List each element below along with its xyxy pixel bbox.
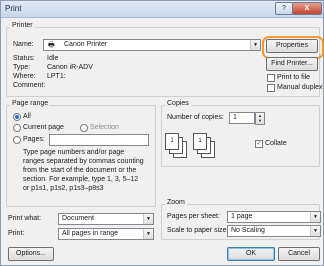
hint-line: section. For example, type 1, 3, 5–12 xyxy=(23,176,139,183)
manual-duplex-label: Manual duplex xyxy=(277,84,323,91)
current-page-label: Current page xyxy=(23,124,64,131)
chevron-down-icon: ▼ xyxy=(310,212,320,222)
hint-line: ranges separated by commas counting xyxy=(23,158,144,165)
properties-highlight xyxy=(262,36,324,59)
where-label: Where: xyxy=(13,73,36,80)
selection-label: Selection xyxy=(90,124,119,131)
scale-to-paper-label: Scale to paper size: xyxy=(167,227,229,234)
hint-line: from the start of the document or the xyxy=(23,167,137,174)
print-select[interactable]: All pages in range ▼ xyxy=(58,228,154,240)
scale-to-paper-select[interactable]: No Scaling ▼ xyxy=(227,225,321,237)
all-pages-label: All xyxy=(23,113,31,120)
print-what-value: Document xyxy=(62,215,94,222)
type-label: Type: xyxy=(13,64,31,71)
hint-line: or p1s1, p1s2, p1s3–p8s3 xyxy=(23,185,104,192)
chevron-down-icon: ▼ xyxy=(250,40,260,50)
copies-spinner[interactable]: ▲ ▼ xyxy=(255,112,265,125)
current-page-radio[interactable] xyxy=(13,124,21,132)
print-label: Print: xyxy=(8,230,25,237)
print-what-select[interactable]: Document ▼ xyxy=(58,213,154,225)
page-range-group-label: Page range xyxy=(10,100,51,107)
manual-duplex-checkbox[interactable] xyxy=(267,84,275,92)
printer-name-select[interactable]: 🖶 Canon Printer ▼ xyxy=(43,39,261,51)
pages-per-sheet-label: Pages per sheet: xyxy=(167,213,220,220)
status-value: Idle xyxy=(47,55,59,62)
help-button[interactable]: ? xyxy=(275,2,293,15)
collate-checkbox[interactable]: ✓ xyxy=(255,140,263,148)
pages-input[interactable] xyxy=(49,134,149,146)
page-icon: 1 xyxy=(193,133,207,150)
print-value: All pages in range xyxy=(62,230,119,237)
selection-radio[interactable] xyxy=(80,124,88,132)
where-value: LPT1: xyxy=(47,73,66,80)
chevron-down-icon: ▼ xyxy=(310,226,320,236)
pages-label: Pages: xyxy=(23,136,45,143)
type-value: Canon iR-ADV xyxy=(47,64,93,71)
status-label: Status: xyxy=(13,55,35,62)
print-to-file-checkbox[interactable] xyxy=(267,74,275,82)
printer-name-label: Name: xyxy=(13,41,34,48)
copies-input[interactable]: 1 xyxy=(229,112,255,124)
options-button[interactable]: Options... xyxy=(8,247,54,261)
hint-line: Type page numbers and/or page xyxy=(23,149,125,156)
page-icon: 1 xyxy=(165,133,179,150)
printer-group-label: Printer xyxy=(10,22,35,29)
print-what-label: Print what: xyxy=(8,215,42,222)
comment-label: Comment: xyxy=(13,82,46,89)
pages-per-sheet-value: 1 page xyxy=(231,213,253,220)
close-button[interactable]: X xyxy=(292,2,322,15)
printer-icon: 🖶 xyxy=(48,42,55,49)
printer-name-value: Canon Printer xyxy=(64,41,108,48)
scale-to-paper-value: No Scaling xyxy=(231,227,265,234)
find-printer-button[interactable]: Find Printer... xyxy=(266,57,318,71)
copies-input-value: 1 xyxy=(233,114,237,121)
cancel-button[interactable]: Cancel xyxy=(278,247,320,261)
chevron-down-icon: ▼ xyxy=(143,214,153,224)
spin-down-icon: ▼ xyxy=(258,118,262,123)
number-of-copies-label: Number of copies: xyxy=(167,114,224,121)
title-bar: Print ? X xyxy=(1,1,323,18)
chevron-down-icon: ▼ xyxy=(143,229,153,239)
ok-button[interactable]: OK xyxy=(227,247,275,261)
print-to-file-label: Print to file xyxy=(277,74,311,81)
zoom-group-label: Zoom xyxy=(165,199,187,206)
window-title: Print xyxy=(5,4,22,13)
collate-label: Collate xyxy=(265,140,287,147)
copies-group-label: Copies xyxy=(165,100,191,107)
print-dialog: Print ? X Printer Name: 🖶 Canon Printer … xyxy=(0,0,324,266)
all-pages-radio[interactable] xyxy=(13,113,21,121)
pages-radio[interactable] xyxy=(13,136,21,144)
pages-per-sheet-select[interactable]: 1 page ▼ xyxy=(227,211,321,223)
